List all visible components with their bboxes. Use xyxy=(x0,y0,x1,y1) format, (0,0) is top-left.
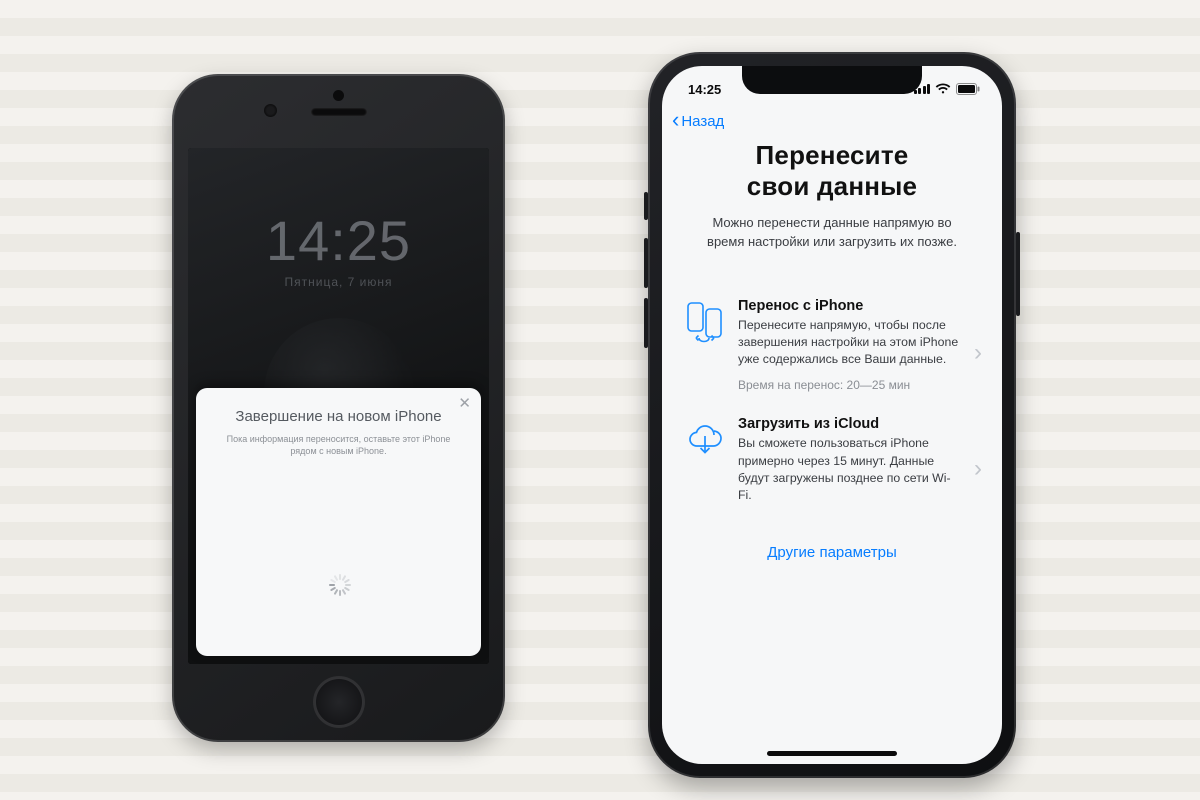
back-button[interactable]: ‹ Назад xyxy=(672,113,724,130)
battery-icon xyxy=(956,83,980,95)
status-time: 14:25 xyxy=(688,82,721,97)
lock-time: 14:25 xyxy=(188,208,489,273)
close-icon[interactable]: ✕ xyxy=(458,394,471,412)
icloud-download-icon xyxy=(686,416,724,458)
volume-down-button[interactable] xyxy=(644,298,648,348)
option-title: Перенос с iPhone xyxy=(738,298,960,314)
option-meta: Время на перенос: 20—25 мин xyxy=(738,378,960,392)
option-transfer-from-iphone[interactable]: Перенос с iPhone Перенесите напрямую, чт… xyxy=(686,294,978,413)
lock-date: Пятница, 7 июня xyxy=(188,275,489,289)
new-iphone-screen: 14:25 xyxy=(662,66,1002,764)
wifi-icon xyxy=(935,83,951,95)
display-notch xyxy=(742,66,922,94)
side-button[interactable] xyxy=(1016,232,1020,316)
modal-title: Завершение на новом iPhone xyxy=(210,408,467,425)
home-button[interactable] xyxy=(313,676,365,728)
option-desc: Перенесите напрямую, чтобы после заверше… xyxy=(738,317,960,369)
lock-clock: 14:25 Пятница, 7 июня xyxy=(188,208,489,289)
proximity-sensor xyxy=(333,90,344,101)
option-title: Загрузить из iCloud xyxy=(738,416,960,432)
page-title-line1: Перенесите xyxy=(686,140,978,171)
phones-transfer-icon xyxy=(686,298,724,344)
modal-body: Пока информация переносится, оставьте эт… xyxy=(210,433,467,457)
new-iphone-device: 14:25 xyxy=(648,52,1016,778)
chevron-right-icon: › xyxy=(974,339,982,367)
old-iphone-screen: 14:25 Пятница, 7 июня ✕ Завершение на но… xyxy=(188,148,489,664)
setup-content: Перенесите свои данные Можно перенести д… xyxy=(662,136,1002,764)
other-parameters-link[interactable]: Другие параметры xyxy=(686,544,978,561)
transfer-options: Перенос с iPhone Перенесите напрямую, чт… xyxy=(686,294,978,524)
earpiece-speaker xyxy=(311,108,367,116)
mute-switch[interactable] xyxy=(644,192,648,220)
option-desc: Вы сможете пользоваться iPhone примерно … xyxy=(738,435,960,504)
loading-spinner-icon xyxy=(328,574,350,596)
nav-bar: ‹ Назад xyxy=(662,106,1002,136)
front-camera xyxy=(264,104,277,117)
chevron-right-icon: › xyxy=(974,455,982,483)
old-iphone-device: 14:25 Пятница, 7 июня ✕ Завершение на но… xyxy=(172,74,505,742)
page-title-line2: свои данные xyxy=(686,171,978,202)
page-subtitle: Можно перенести данные напрямую во время… xyxy=(686,214,978,252)
volume-up-button[interactable] xyxy=(644,238,648,288)
transfer-progress-modal: ✕ Завершение на новом iPhone Пока информ… xyxy=(196,388,481,656)
option-download-from-icloud[interactable]: Загрузить из iCloud Вы сможете пользоват… xyxy=(686,412,978,524)
home-indicator[interactable] xyxy=(767,751,897,756)
back-label: Назад xyxy=(681,113,724,130)
